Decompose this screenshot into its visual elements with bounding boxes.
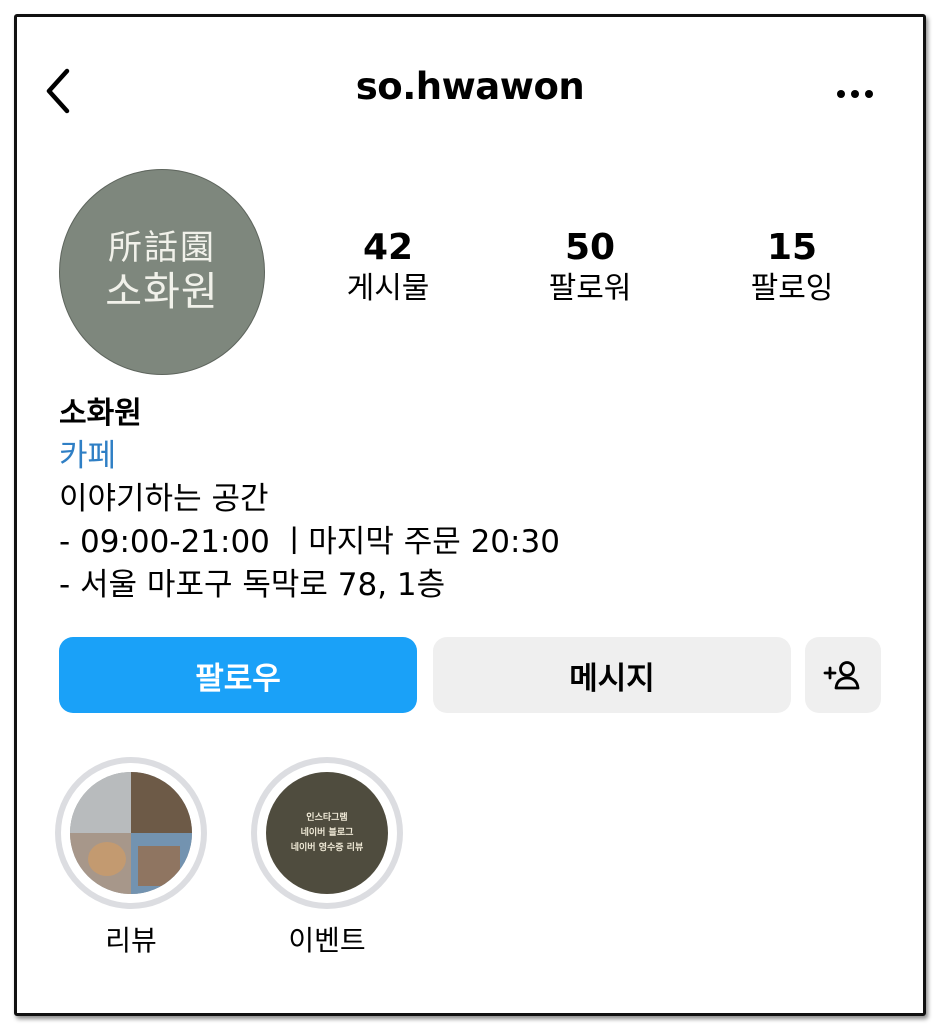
stat-posts-label: 게시물 <box>346 271 430 306</box>
event-cover-line: 인스타그램 <box>306 812 348 823</box>
stat-following-label: 팔로잉 <box>750 271 834 306</box>
stat-followers-label: 팔로워 <box>548 271 632 306</box>
bio-name: 소화원 <box>59 396 142 431</box>
event-cover-line: 네이버 블로그 <box>300 827 354 838</box>
highlight-event[interactable]: 인스타그램 네이버 블로그 네이버 영수증 리뷰 이벤트 <box>249 757 405 959</box>
highlight-ring <box>55 757 207 909</box>
bio-category[interactable]: 카페 <box>59 435 560 478</box>
ellipsis-icon <box>837 90 873 98</box>
highlight-review-cover <box>70 772 192 894</box>
profile-username: so.hwawon <box>355 65 585 108</box>
add-user-button[interactable] <box>805 637 881 713</box>
highlight-event-label: 이벤트 <box>288 924 366 957</box>
stat-posts[interactable]: 42 게시물 <box>288 227 488 309</box>
highlight-review-label: 리뷰 <box>105 924 157 957</box>
avatar-logo-hanja: 所話園 <box>108 228 216 268</box>
avatar-logo-hangul: 소화원 <box>105 269 219 315</box>
stat-posts-count: 42 <box>362 227 414 268</box>
highlight-ring: 인스타그램 네이버 블로그 네이버 영수증 리뷰 <box>251 757 403 909</box>
add-person-icon <box>823 661 860 690</box>
bio-line: 이야기하는 공간 <box>59 481 269 517</box>
stat-followers-count: 50 <box>564 227 616 268</box>
profile-bio: 소화원 카페 이야기하는 공간 - 09:00-21:00 ㅣ마지막 주문 20… <box>59 392 560 607</box>
highlight-review[interactable]: 리뷰 <box>53 757 209 959</box>
message-button[interactable]: 메시지 <box>433 637 791 713</box>
profile-avatar[interactable]: 所話園 소화원 <box>59 169 265 375</box>
highlight-event-cover: 인스타그램 네이버 블로그 네이버 영수증 리뷰 <box>266 772 388 894</box>
profile-screen: so.hwawon 所話園 소화원 42 게시물 50 팔로워 15 팔로잉 소… <box>14 14 926 1016</box>
stat-following-count: 15 <box>766 227 818 268</box>
event-cover-line: 네이버 영수증 리뷰 <box>290 842 364 853</box>
follow-button[interactable]: 팔로우 <box>59 637 417 713</box>
more-options-button[interactable] <box>835 85 875 98</box>
bio-address[interactable]: - 서울 마포구 독막로 78, 1층 <box>59 564 560 607</box>
stat-following[interactable]: 15 팔로잉 <box>692 227 892 309</box>
stat-followers[interactable]: 50 팔로워 <box>490 227 690 309</box>
bio-hours: - 09:00-21:00 ㅣ마지막 주문 20:30 <box>59 524 560 560</box>
